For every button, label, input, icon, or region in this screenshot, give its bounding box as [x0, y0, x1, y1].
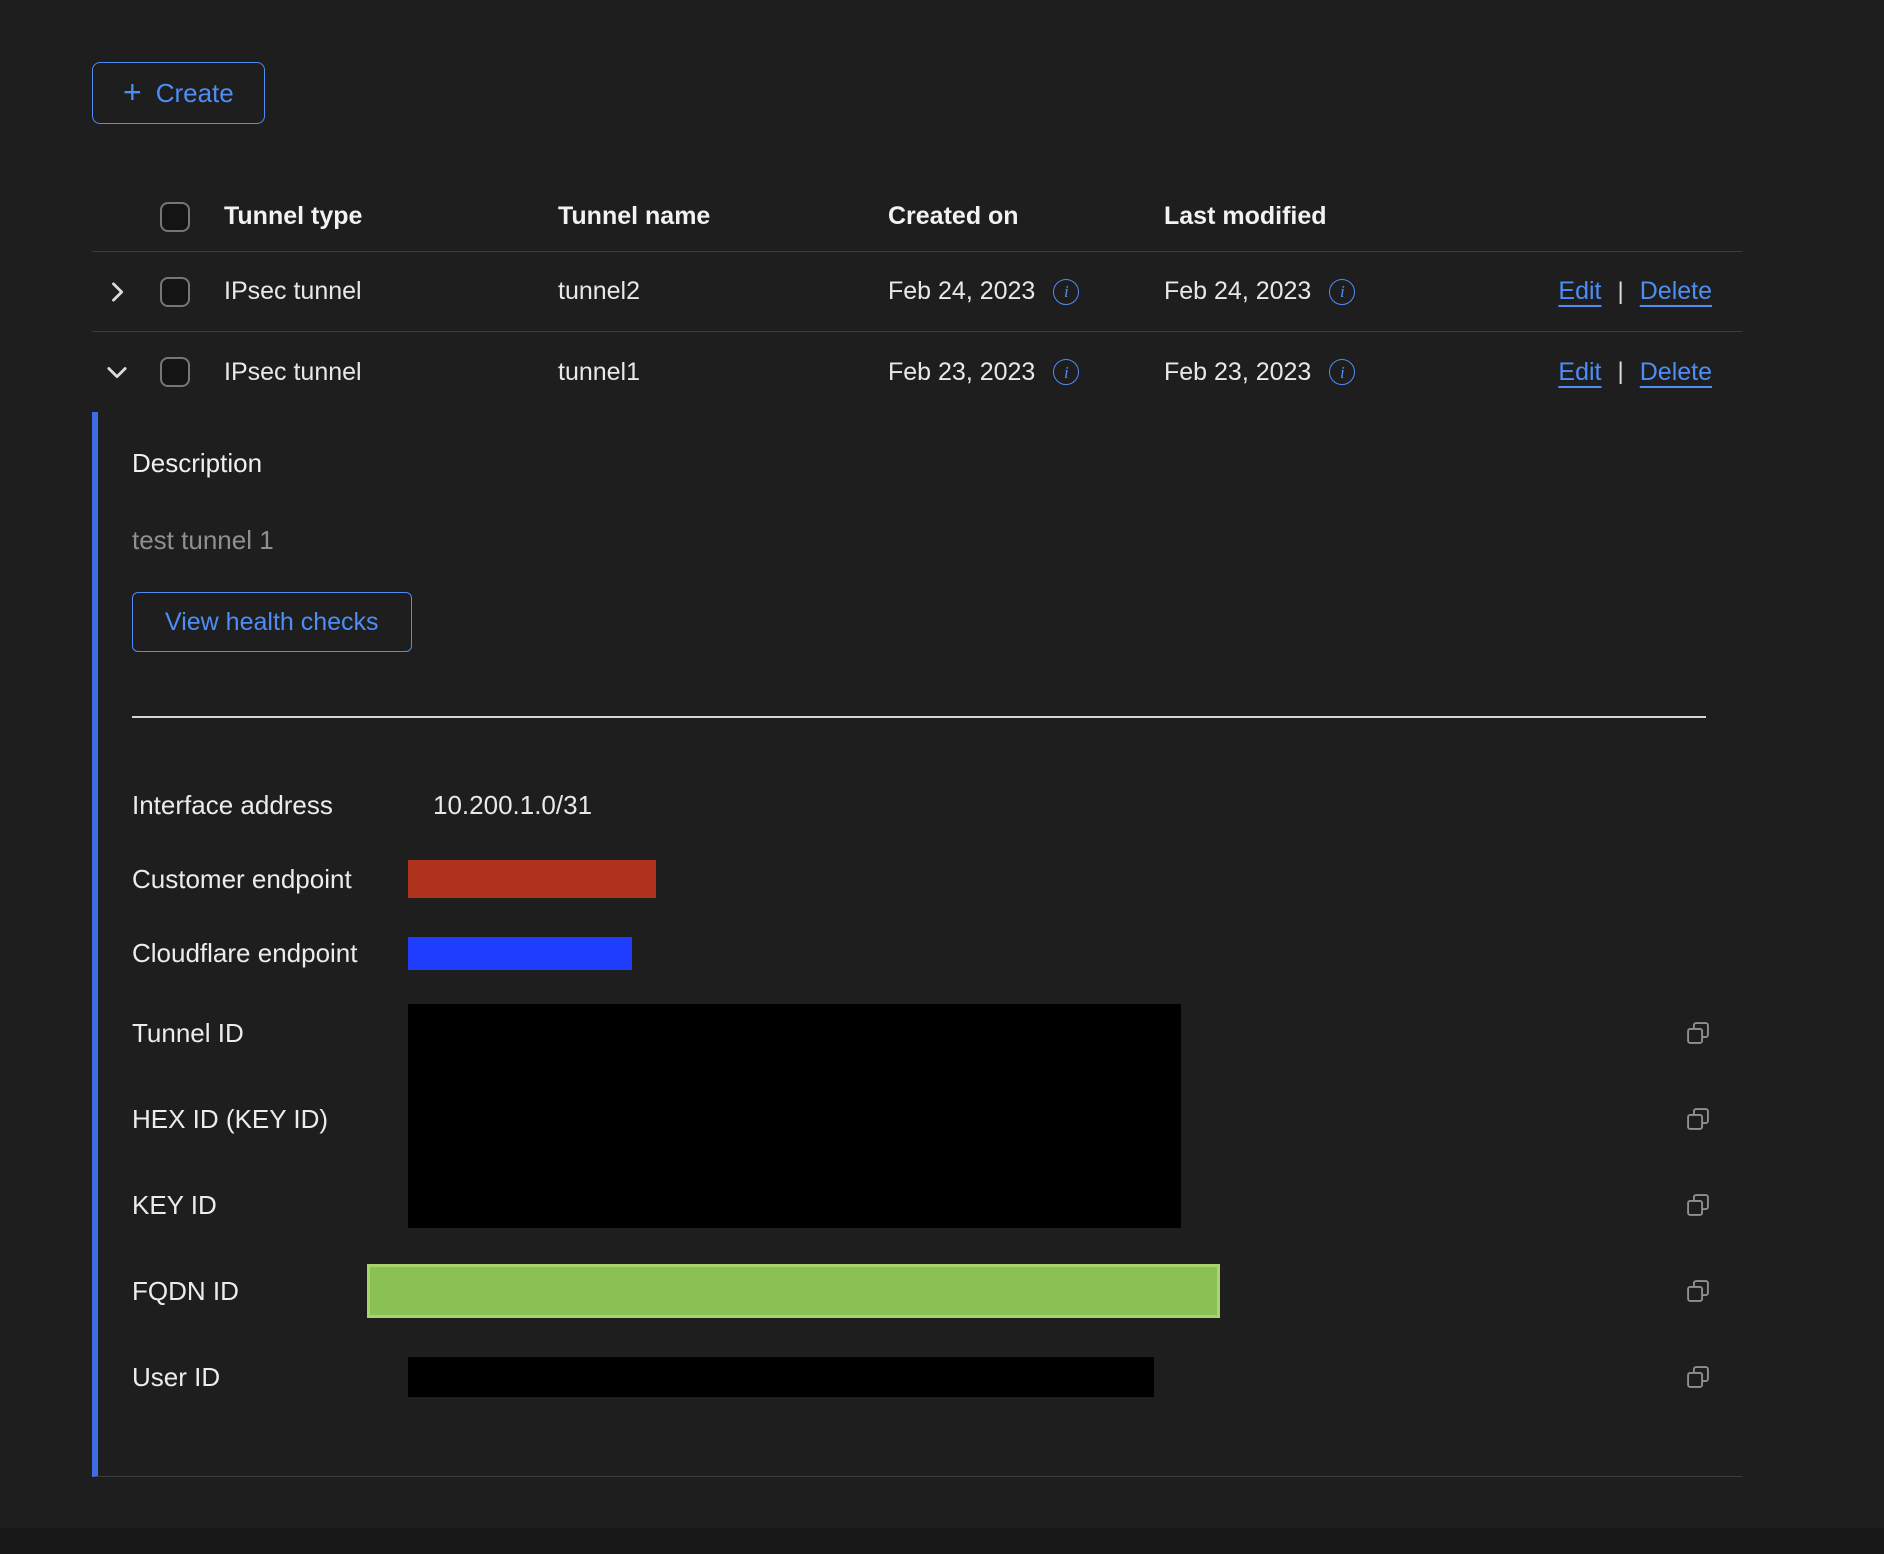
chevron-down-icon	[103, 358, 131, 386]
created-on-value: Feb 24, 2023	[888, 277, 1035, 306]
tunnel-detail-panel: Description test tunnel 1 View health ch…	[92, 412, 1742, 1477]
last-modified-cell: Feb 23, 2023 i	[1164, 358, 1540, 387]
header-last-modified: Last modified	[1164, 202, 1540, 231]
info-icon[interactable]: i	[1329, 279, 1355, 305]
header-checkbox-cell	[160, 202, 224, 232]
field-label: Tunnel ID	[132, 1018, 408, 1049]
header-tunnel-type: Tunnel type	[224, 202, 558, 231]
field-label: Interface address	[132, 790, 408, 821]
field-label: Customer endpoint	[132, 864, 408, 895]
delete-link[interactable]: Delete	[1640, 277, 1712, 306]
fqdn-id-redacted-value	[367, 1264, 1220, 1318]
copy-button[interactable]	[1684, 1019, 1712, 1047]
field-user-id: User ID	[132, 1334, 1712, 1420]
row1-chevron-cell	[92, 271, 160, 313]
copy-icon	[1684, 1191, 1712, 1219]
tunnels-table: Tunnel type Tunnel name Created on Last …	[92, 182, 1742, 1477]
link-separator: |	[1618, 358, 1624, 386]
edit-link[interactable]: Edit	[1558, 277, 1601, 306]
plus-icon: +	[123, 76, 142, 108]
tunnel-fields: Interface address 10.200.1.0/31 Customer…	[132, 768, 1712, 1420]
interface-address-value: 10.200.1.0/31	[408, 790, 1668, 821]
collapse-row-button[interactable]	[96, 351, 138, 393]
row2-chevron-cell	[92, 351, 160, 393]
copy-button[interactable]	[1684, 1105, 1712, 1133]
header-created-on: Created on	[888, 202, 1164, 231]
expand-row-button[interactable]	[96, 271, 138, 313]
field-interface-address: Interface address 10.200.1.0/31	[132, 768, 1712, 842]
tunnel-name-cell: tunnel2	[558, 277, 888, 306]
user-id-redacted-value	[408, 1357, 1154, 1397]
tunnel-type-cell: IPsec tunnel	[224, 358, 558, 387]
field-label: HEX ID (KEY ID)	[132, 1104, 408, 1135]
create-button[interactable]: + Create	[92, 62, 265, 124]
last-modified-cell: Feb 24, 2023 i	[1164, 277, 1540, 306]
field-id-group: Tunnel ID HEX ID (KEY ID)	[132, 990, 1712, 1248]
table-row-tunnel1: IPsec tunnel tunnel1 Feb 23, 2023 i Feb …	[92, 332, 1742, 412]
info-icon[interactable]: i	[1053, 359, 1079, 385]
copy-button[interactable]	[1684, 1277, 1712, 1305]
field-customer-endpoint: Customer endpoint	[132, 842, 1712, 916]
tunnels-page: + Create Tunnel type Tunnel name Created…	[0, 0, 1884, 1554]
row-checkbox[interactable]	[160, 357, 190, 387]
copy-icon	[1684, 1105, 1712, 1133]
table-header-row: Tunnel type Tunnel name Created on Last …	[92, 182, 1742, 252]
info-icon[interactable]: i	[1053, 279, 1079, 305]
copy-button[interactable]	[1684, 1363, 1712, 1391]
link-separator: |	[1618, 278, 1624, 306]
ids-redacted-value	[408, 1004, 1181, 1228]
copy-icon	[1684, 1277, 1712, 1305]
last-modified-value: Feb 23, 2023	[1164, 358, 1311, 387]
bottom-edge-strip	[0, 1528, 1884, 1554]
header-tunnel-name: Tunnel name	[558, 202, 888, 231]
field-label: KEY ID	[132, 1190, 408, 1221]
created-on-cell: Feb 23, 2023 i	[888, 358, 1164, 387]
tunnel-type-cell: IPsec tunnel	[224, 277, 558, 306]
panel-divider	[132, 716, 1706, 718]
description-value: test tunnel 1	[132, 525, 1712, 556]
info-icon[interactable]: i	[1329, 359, 1355, 385]
created-on-cell: Feb 24, 2023 i	[888, 277, 1164, 306]
copy-icon	[1684, 1019, 1712, 1047]
description-label: Description	[132, 448, 1712, 479]
edit-link[interactable]: Edit	[1558, 358, 1601, 387]
cloudflare-endpoint-redacted-value	[408, 937, 632, 970]
chevron-right-icon	[103, 278, 131, 306]
view-health-checks-button[interactable]: View health checks	[132, 592, 412, 652]
last-modified-value: Feb 24, 2023	[1164, 277, 1311, 306]
create-button-label: Create	[156, 78, 234, 109]
field-label: Cloudflare endpoint	[132, 938, 408, 969]
field-label: User ID	[132, 1362, 408, 1393]
row-actions: Edit | Delete	[1540, 277, 1742, 306]
field-fqdn-id: FQDN ID	[132, 1248, 1712, 1334]
copy-icon	[1684, 1363, 1712, 1391]
copy-button[interactable]	[1684, 1191, 1712, 1219]
row2-checkbox-cell	[160, 357, 224, 387]
created-on-value: Feb 23, 2023	[888, 358, 1035, 387]
field-cloudflare-endpoint: Cloudflare endpoint	[132, 916, 1712, 990]
tunnel-name-cell: tunnel1	[558, 358, 888, 387]
row-actions: Edit | Delete	[1540, 358, 1742, 387]
row1-checkbox-cell	[160, 277, 224, 307]
delete-link[interactable]: Delete	[1640, 358, 1712, 387]
customer-endpoint-redacted-value	[408, 860, 656, 898]
select-all-checkbox[interactable]	[160, 202, 190, 232]
row-checkbox[interactable]	[160, 277, 190, 307]
table-row-tunnel2: IPsec tunnel tunnel2 Feb 24, 2023 i Feb …	[92, 252, 1742, 332]
